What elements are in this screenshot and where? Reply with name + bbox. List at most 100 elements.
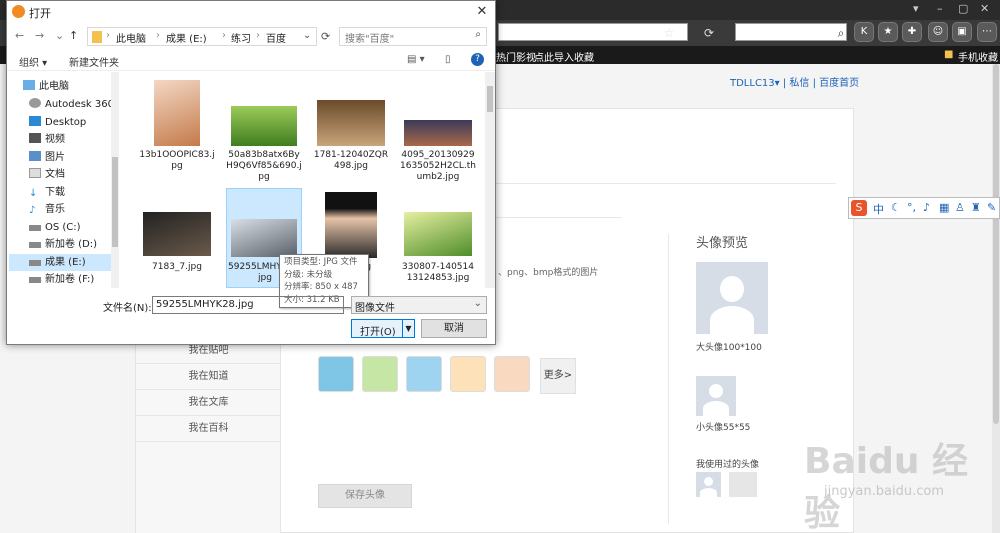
nav-item-drive-f[interactable]: 新加卷 (F:) [29, 271, 116, 288]
folder-icon [92, 31, 102, 43]
small-avatar [696, 376, 736, 416]
emoji-monkey[interactable] [362, 356, 398, 392]
new-folder-button[interactable]: 新建文件夹 [69, 54, 119, 69]
chevron-down-icon[interactable]: ⌄ [303, 30, 311, 41]
sidebar-item-zhidao[interactable]: 我在知道 [136, 364, 281, 390]
file-item[interactable]: 4095_201309291635052H2CL.thumb2.jpg [400, 76, 476, 182]
used-avatar-2[interactable] [729, 472, 757, 497]
forward-icon[interactable]: → [35, 29, 44, 42]
open-button[interactable]: 打开(O) ▼ [351, 319, 415, 338]
sidebar-item-baike[interactable]: 我在百科 [136, 416, 281, 442]
file-thumbnail [231, 106, 297, 146]
bookmark-movies[interactable]: 热门影视 [496, 49, 536, 64]
format-hint: 、png、bmp格式的图片 [498, 268, 599, 278]
recent-icon[interactable]: ⌄ [55, 29, 64, 42]
refresh-icon[interactable]: ⟳ [700, 24, 718, 42]
emoji-bird[interactable] [406, 356, 442, 392]
help-icon[interactable]: ? [471, 53, 484, 66]
moon-icon[interactable]: ☾ [891, 201, 901, 214]
nav-item-this-pc[interactable]: 此电脑 [23, 78, 116, 95]
more-button[interactable]: 更多> [540, 358, 576, 394]
browser-search-input[interactable] [735, 23, 847, 41]
nav-item-music[interactable]: ♪ 音乐 [29, 201, 116, 218]
skin-icon[interactable]: ▾ [913, 2, 919, 15]
open-dropdown-icon[interactable]: ▼ [402, 320, 414, 337]
favorite-icon[interactable]: ★ [878, 22, 898, 42]
game-icon[interactable]: ☺ [928, 22, 948, 42]
files-scrollbar[interactable] [485, 72, 495, 288]
dialog-titlebar: 打开 ✕ [7, 1, 495, 23]
nav-item-videos[interactable]: 视频 [29, 131, 116, 148]
nav-item-drive-c[interactable]: OS (C:) [29, 219, 116, 236]
pin-icon[interactable]: ✚ [902, 22, 922, 42]
nav-item-pictures[interactable]: 图片 [29, 149, 116, 166]
close-icon[interactable]: ✕ [473, 3, 491, 21]
sidebar-item-wenku[interactable]: 我在文库 [136, 390, 281, 416]
file-name: 1781-12040ZQR498.jpg [313, 150, 389, 171]
up-icon[interactable]: ↑ [69, 29, 78, 42]
save-avatar-button[interactable]: 保存头像 [318, 484, 412, 508]
bag-icon[interactable]: ▣ [952, 22, 972, 42]
refresh-icon[interactable]: ⟳ [321, 30, 330, 43]
file-name: 4095_201309291635052H2CL.thumb2.jpg [400, 150, 476, 182]
file-thumbnail [317, 100, 385, 146]
search-icon[interactable]: ⌕ [832, 24, 850, 42]
filetype-select[interactable]: 图像文件 ⌄ [351, 296, 487, 314]
file-item[interactable]: 330807-14051413124853.jpg [400, 188, 476, 288]
path-crumb[interactable]: 百度 [266, 30, 286, 45]
k-icon[interactable]: K [854, 22, 874, 42]
path-crumb[interactable]: 成果 (E:) [166, 30, 207, 45]
back-icon[interactable]: ← [15, 29, 24, 42]
file-item[interactable]: 50a83b8atx6ByH9Q6Vf85&690.jpg [226, 76, 302, 182]
ime-mode-label[interactable]: 中 [873, 201, 884, 217]
nav-item-drive-d[interactable]: 新加卷 (D:) [29, 236, 116, 253]
search-input[interactable]: 搜索"百度" ⌕ [339, 27, 487, 46]
file-item[interactable]: 7183_7.jpg [139, 188, 215, 288]
cancel-button[interactable]: 取消 [421, 319, 487, 338]
emoji-bear[interactable] [318, 356, 354, 392]
path-bar[interactable]: › 此电脑 › 成果 (E:) › 练习 › 百度 ⌄ [87, 27, 317, 46]
wrench-icon[interactable]: ✎ [987, 201, 996, 214]
command-bar: 组织 ▾ 新建文件夹 ▤ ▾ ▯ ? [7, 49, 495, 71]
preview-pane-icon[interactable]: ▯ [445, 54, 451, 65]
file-item[interactable]: 13b1OOOPIC83.jpg [139, 76, 215, 176]
nav-item-autodesk[interactable]: Autodesk 360 [29, 96, 116, 113]
filename-input[interactable]: 59255LMHYK28.jpg [152, 296, 344, 314]
emoji-boy[interactable] [494, 356, 530, 392]
ime-toolbar[interactable]: S 中 ☾ °, ♪ ▦ ♙ ♜ ✎ [848, 197, 1000, 219]
user-icon[interactable]: ♙ [955, 201, 965, 214]
nav-scrollbar[interactable] [111, 72, 119, 288]
path-crumb[interactable]: 练习 [231, 30, 251, 45]
sogou-icon[interactable]: S [851, 200, 867, 216]
dialog-navbar: ← → ⌄ ↑ › 此电脑 › 成果 (E:) › 练习 › 百度 ⌄ ⟳ 搜索… [7, 23, 495, 49]
file-item[interactable]: 1781-12040ZQR498.jpg [313, 76, 389, 176]
path-crumb[interactable]: 此电脑 [116, 30, 146, 45]
minimize-icon[interactable]: – [937, 2, 943, 15]
nav-item-downloads[interactable]: ↓ 下载 [29, 184, 116, 201]
sidebar-menu: 我在贴吧 我在知道 我在文库 我在百科 [136, 338, 281, 533]
star-icon[interactable]: ☆ [660, 24, 678, 42]
shirt-icon[interactable]: ♜ [971, 201, 981, 214]
maximize-icon[interactable]: ▢ [958, 2, 968, 15]
nav-item-documents[interactable]: 文档 [29, 166, 116, 183]
emoji-girl[interactable] [450, 356, 486, 392]
preview-title: 头像预览 [696, 236, 749, 251]
file-thumbnail [231, 219, 297, 257]
more-icon[interactable]: ⋯ [977, 22, 997, 42]
bookmark-mobile[interactable]: 手机收藏 [958, 49, 998, 64]
used-avatar-1[interactable] [696, 472, 721, 497]
mic-icon[interactable]: ♪ [923, 201, 930, 214]
search-icon[interactable]: ⌕ [475, 29, 481, 40]
nav-item-desktop[interactable]: Desktop [29, 114, 116, 131]
close-icon[interactable]: ✕ [980, 2, 989, 15]
organize-button[interactable]: 组织 ▾ [19, 54, 47, 69]
small-avatar-caption: 小头像55*55 [696, 423, 751, 433]
user-links[interactable]: TDLLC13▾ | 私信 | 百度首页 [730, 74, 859, 89]
baidu-watermark: Baidu 经验 jingyan.baidu.com [804, 441, 969, 533]
view-options-icon[interactable]: ▤ ▾ [407, 54, 425, 65]
bookmark-import[interactable]: 点此导入收藏 [534, 49, 594, 64]
keyboard-icon[interactable]: ▦ [939, 201, 949, 214]
punct-icon[interactable]: °, [907, 201, 916, 214]
nav-item-drive-e[interactable]: 成果 (E:) [9, 254, 113, 271]
file-name: 330807-14051413124853.jpg [402, 262, 474, 283]
